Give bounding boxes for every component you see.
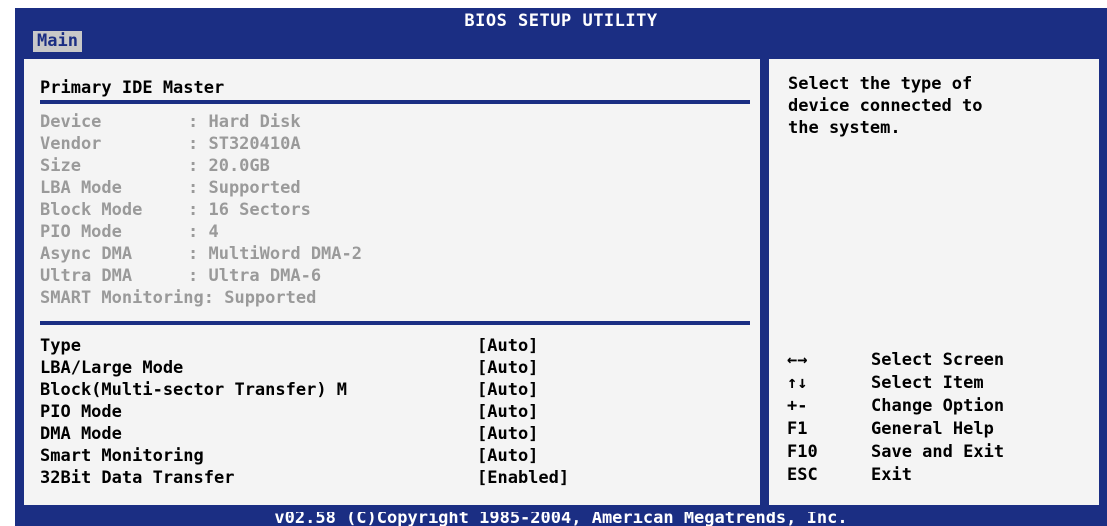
key-row-select-screen: ←→ Select Screen xyxy=(787,350,1087,373)
copyright-footer: v02.58 (C)Copyright 1985-2004, American … xyxy=(15,512,1107,526)
info-value: : 4 xyxy=(188,222,219,242)
option-value[interactable]: [Auto] xyxy=(477,358,538,378)
option-label: LBA/Large Mode xyxy=(40,358,184,378)
option-label: Smart Monitoring xyxy=(40,446,204,466)
option-value[interactable]: [Auto] xyxy=(477,380,538,400)
help-text: Select the type of device connected to t… xyxy=(788,73,1088,139)
option-pio-mode[interactable]: PIO Mode [Auto] xyxy=(40,402,600,422)
info-value: : Hard Disk xyxy=(188,112,301,132)
key-label: F10 xyxy=(787,442,818,462)
info-row-pio-mode: PIO Mode : 4 xyxy=(40,222,219,242)
info-row-async-dma: Async DMA : MultiWord DMA-2 xyxy=(40,244,362,264)
help-line: Select the type of xyxy=(788,74,973,94)
info-value: : MultiWord DMA-2 xyxy=(188,244,362,264)
info-value: : ST320410A xyxy=(188,134,301,154)
info-row-lba-mode: LBA Mode : Supported xyxy=(40,178,301,198)
option-label: Type xyxy=(40,336,81,356)
key-row-change-option: +- Change Option xyxy=(787,396,1087,419)
option-label: PIO Mode xyxy=(40,402,122,422)
key-description: Select Item xyxy=(871,373,984,393)
info-value: : Supported xyxy=(188,178,301,198)
info-row-device: Device : Hard Disk xyxy=(40,112,301,132)
info-label: Async DMA xyxy=(40,244,133,264)
help-line: the system. xyxy=(788,118,901,138)
key-row-exit: ESC Exit xyxy=(787,465,1087,488)
info-value: : 16 Sectors xyxy=(188,200,311,220)
key-description: Change Option xyxy=(871,396,1005,416)
key-label: F1 xyxy=(787,419,808,439)
help-line: device connected to xyxy=(788,96,983,116)
key-label: ESC xyxy=(787,465,818,485)
option-label: DMA Mode xyxy=(40,424,122,444)
info-row-block-mode: Block Mode : 16 Sectors xyxy=(40,200,311,220)
section-title: Primary IDE Master xyxy=(40,78,225,98)
options-divider xyxy=(40,321,750,325)
info-label: Vendor xyxy=(40,134,102,154)
option-value[interactable]: [Auto] xyxy=(477,336,538,356)
option-lba-large-mode[interactable]: LBA/Large Mode [Auto] xyxy=(40,358,600,378)
option-dma-mode[interactable]: DMA Mode [Auto] xyxy=(40,424,600,444)
info-row-smart: SMART Monitoring: Supported xyxy=(40,288,317,308)
up-down-arrows-icon: ↑↓ xyxy=(787,373,808,393)
info-label: Block Mode xyxy=(40,200,143,220)
option-block-multi-sector[interactable]: Block(Multi-sector Transfer) M [Auto] xyxy=(40,380,600,400)
left-right-arrows-icon: ←→ xyxy=(787,350,808,370)
window-title: BIOS SETUP UTILITY xyxy=(464,11,658,31)
copyright-text: v02.58 (C)Copyright 1985-2004, American … xyxy=(274,512,848,526)
info-label: LBA Mode xyxy=(40,178,122,198)
key-description: Select Screen xyxy=(871,350,1005,370)
option-value[interactable]: [Auto] xyxy=(477,446,538,466)
key-row-select-item: ↑↓ Select Item xyxy=(787,373,1087,396)
key-description: Save and Exit xyxy=(871,442,1005,462)
info-label: Ultra DMA xyxy=(40,266,133,286)
option-value[interactable]: [Enabled] xyxy=(477,468,569,488)
section-divider xyxy=(40,100,750,104)
option-value[interactable]: [Auto] xyxy=(477,402,538,422)
info-row-vendor: Vendor : ST320410A xyxy=(40,134,301,154)
info-row-size: Size : 20.0GB xyxy=(40,156,270,176)
info-label: Size xyxy=(40,156,81,176)
option-label: 32Bit Data Transfer xyxy=(40,468,235,488)
option-32bit-data-transfer[interactable]: 32Bit Data Transfer [Enabled] xyxy=(40,468,600,488)
plus-minus-icon: +- xyxy=(787,396,808,416)
option-label: Block(Multi-sector Transfer) M xyxy=(40,380,348,400)
info-value: : Ultra DMA-6 xyxy=(188,266,322,286)
option-value[interactable]: [Auto] xyxy=(477,424,538,444)
option-type[interactable]: Type [Auto] xyxy=(40,336,600,356)
key-row-save-exit: F10 Save and Exit xyxy=(787,442,1087,465)
tab-main[interactable]: Main xyxy=(33,31,82,52)
key-description: General Help xyxy=(871,419,994,439)
key-row-general-help: F1 General Help xyxy=(787,419,1087,442)
info-label: Device xyxy=(40,112,102,132)
key-legend: ←→ Select Screen ↑↓ Select Item +- Change O… xyxy=(787,350,1087,488)
title-bar: BIOS SETUP UTILITY Main xyxy=(15,8,1107,52)
info-row-ultra-dma: Ultra DMA : Ultra DMA-6 xyxy=(40,266,321,286)
key-description: Exit xyxy=(871,465,912,485)
info-value: : 20.0GB xyxy=(188,156,270,176)
option-smart-monitoring[interactable]: Smart Monitoring [Auto] xyxy=(40,446,600,466)
info-label: PIO Mode xyxy=(40,222,122,242)
